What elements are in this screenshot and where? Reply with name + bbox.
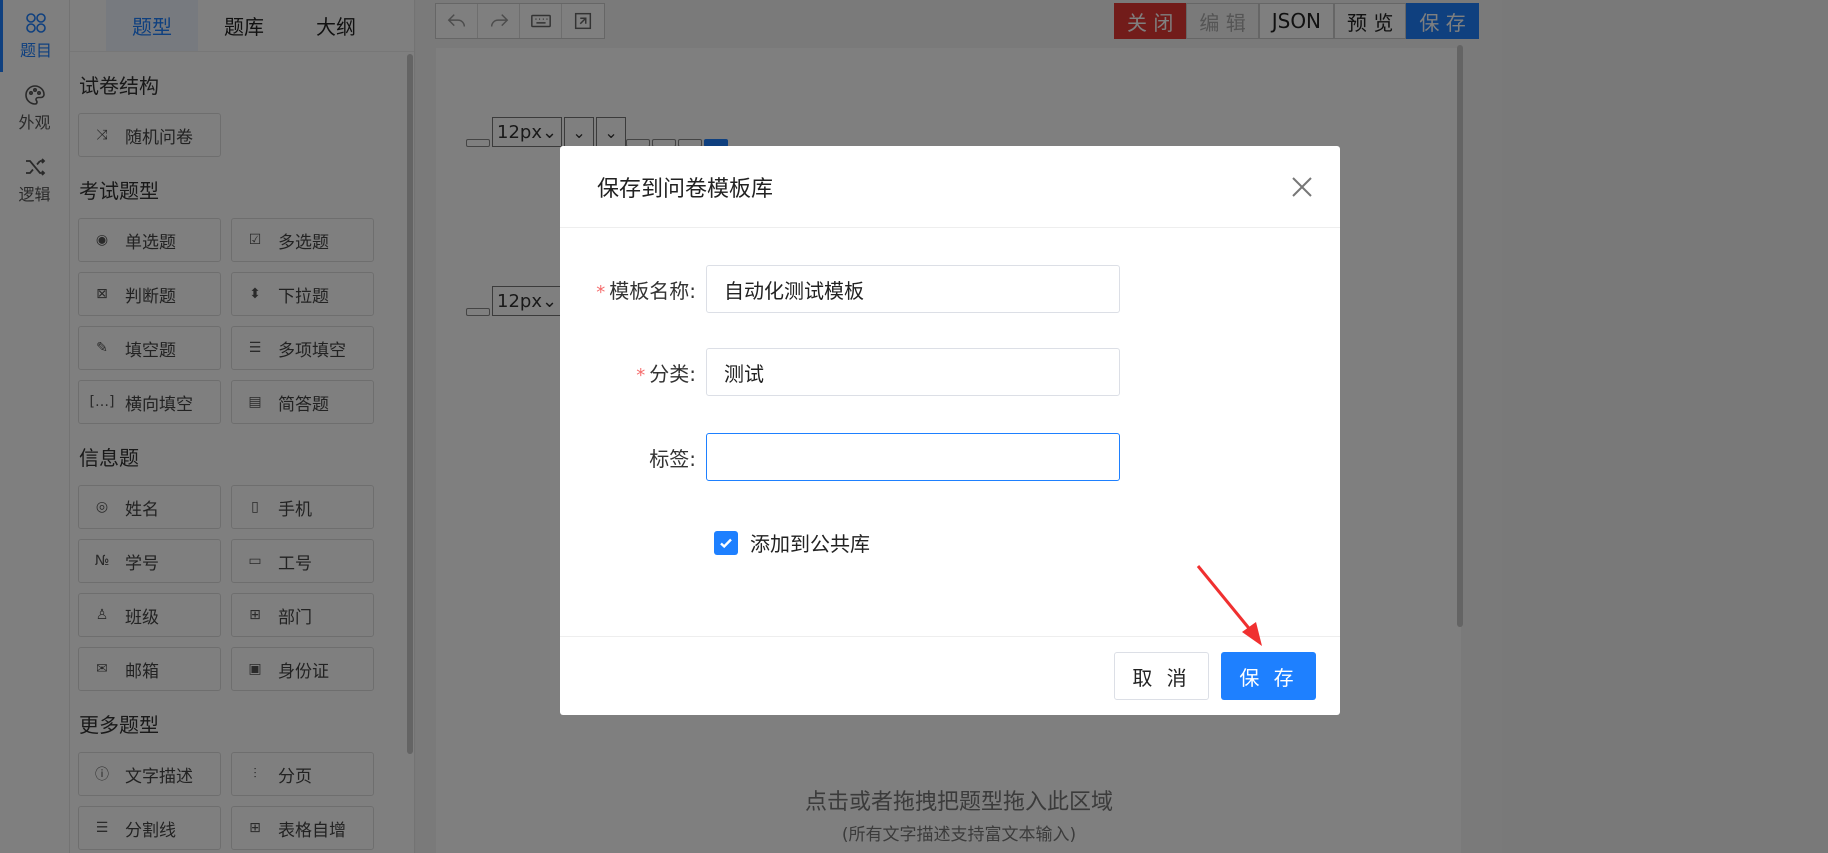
tags-row: 标签: — [560, 433, 1120, 481]
category-input[interactable] — [706, 348, 1120, 396]
template-name-row: * 模板名称: — [560, 265, 1120, 313]
public-library-checkbox[interactable] — [714, 530, 738, 555]
checkmark-icon — [720, 538, 732, 548]
template-name-label: * 模板名称: — [560, 275, 706, 304]
close-icon — [1292, 177, 1312, 197]
tags-input[interactable] — [706, 433, 1120, 481]
category-row: * 分类: — [560, 348, 1120, 396]
category-label: * 分类: — [560, 358, 706, 387]
required-mark: * — [636, 364, 646, 386]
public-library-checkbox-row[interactable]: 添加到公共库 — [714, 528, 870, 557]
cancel-button[interactable]: 取 消 — [1114, 652, 1209, 700]
annotation-arrow-icon — [1196, 565, 1262, 646]
tags-label: 标签: — [649, 446, 696, 471]
dialog-close-button[interactable] — [1288, 173, 1316, 201]
template-name-label-text: 模板名称: — [609, 278, 696, 303]
public-library-label: 添加到公共库 — [750, 532, 870, 556]
template-name-input[interactable] — [706, 265, 1120, 313]
save-button[interactable]: 保 存 — [1221, 652, 1316, 700]
category-label-text: 分类: — [649, 361, 696, 386]
dialog-title: 保存到问卷模板库 — [597, 176, 774, 202]
dialog-header: 保存到问卷模板库 — [560, 146, 1340, 228]
required-mark: * — [596, 281, 606, 303]
